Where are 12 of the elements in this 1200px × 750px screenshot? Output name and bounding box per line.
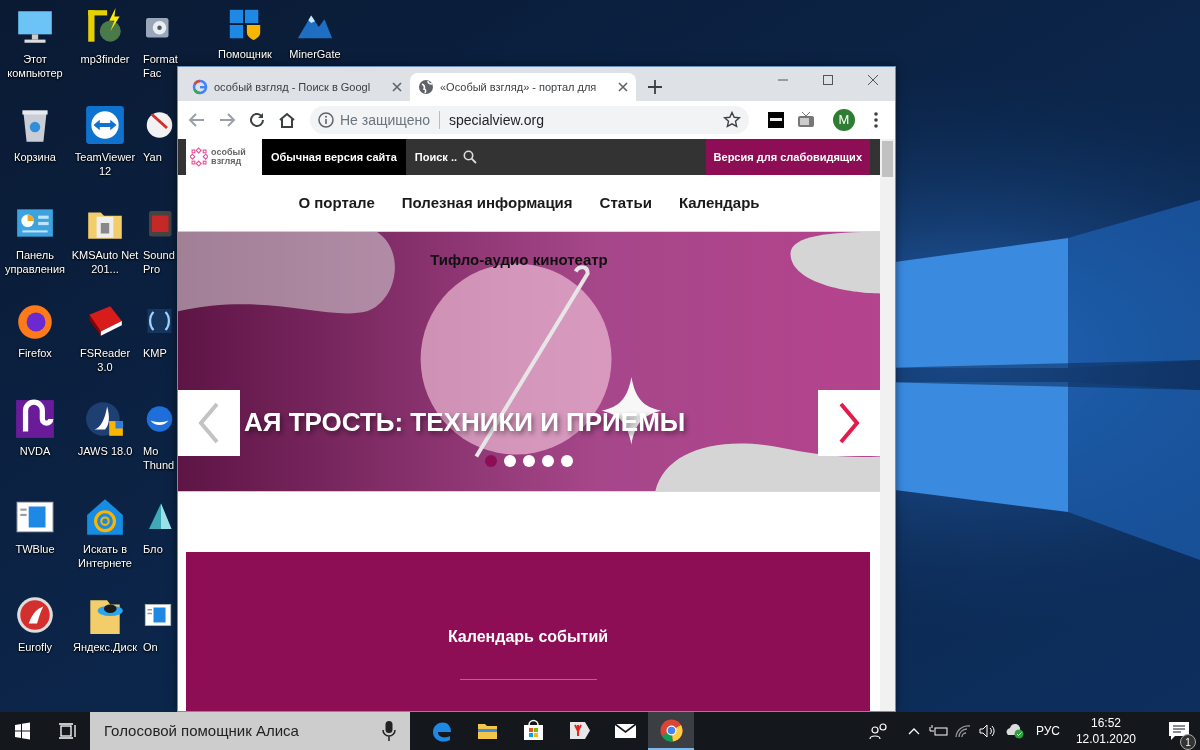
wifi-icon[interactable] (953, 723, 972, 739)
language-indicator[interactable]: РУС (1035, 722, 1060, 740)
battery-plug-icon[interactable] (927, 723, 948, 739)
taskbar-app[interactable] (648, 712, 694, 750)
notification-count: 1 (1180, 734, 1196, 750)
speaker-icon[interactable] (977, 723, 998, 739)
people-icon[interactable] (867, 722, 890, 740)
clock-time[interactable]: 16:52 (1075, 715, 1136, 731)
microphone-icon (382, 720, 396, 742)
clock-date[interactable]: 12.01.2020 (1075, 731, 1136, 747)
chrome-logo-icon (658, 717, 684, 743)
search-field[interactable]: Голосовой помощник Алиса (90, 712, 410, 750)
